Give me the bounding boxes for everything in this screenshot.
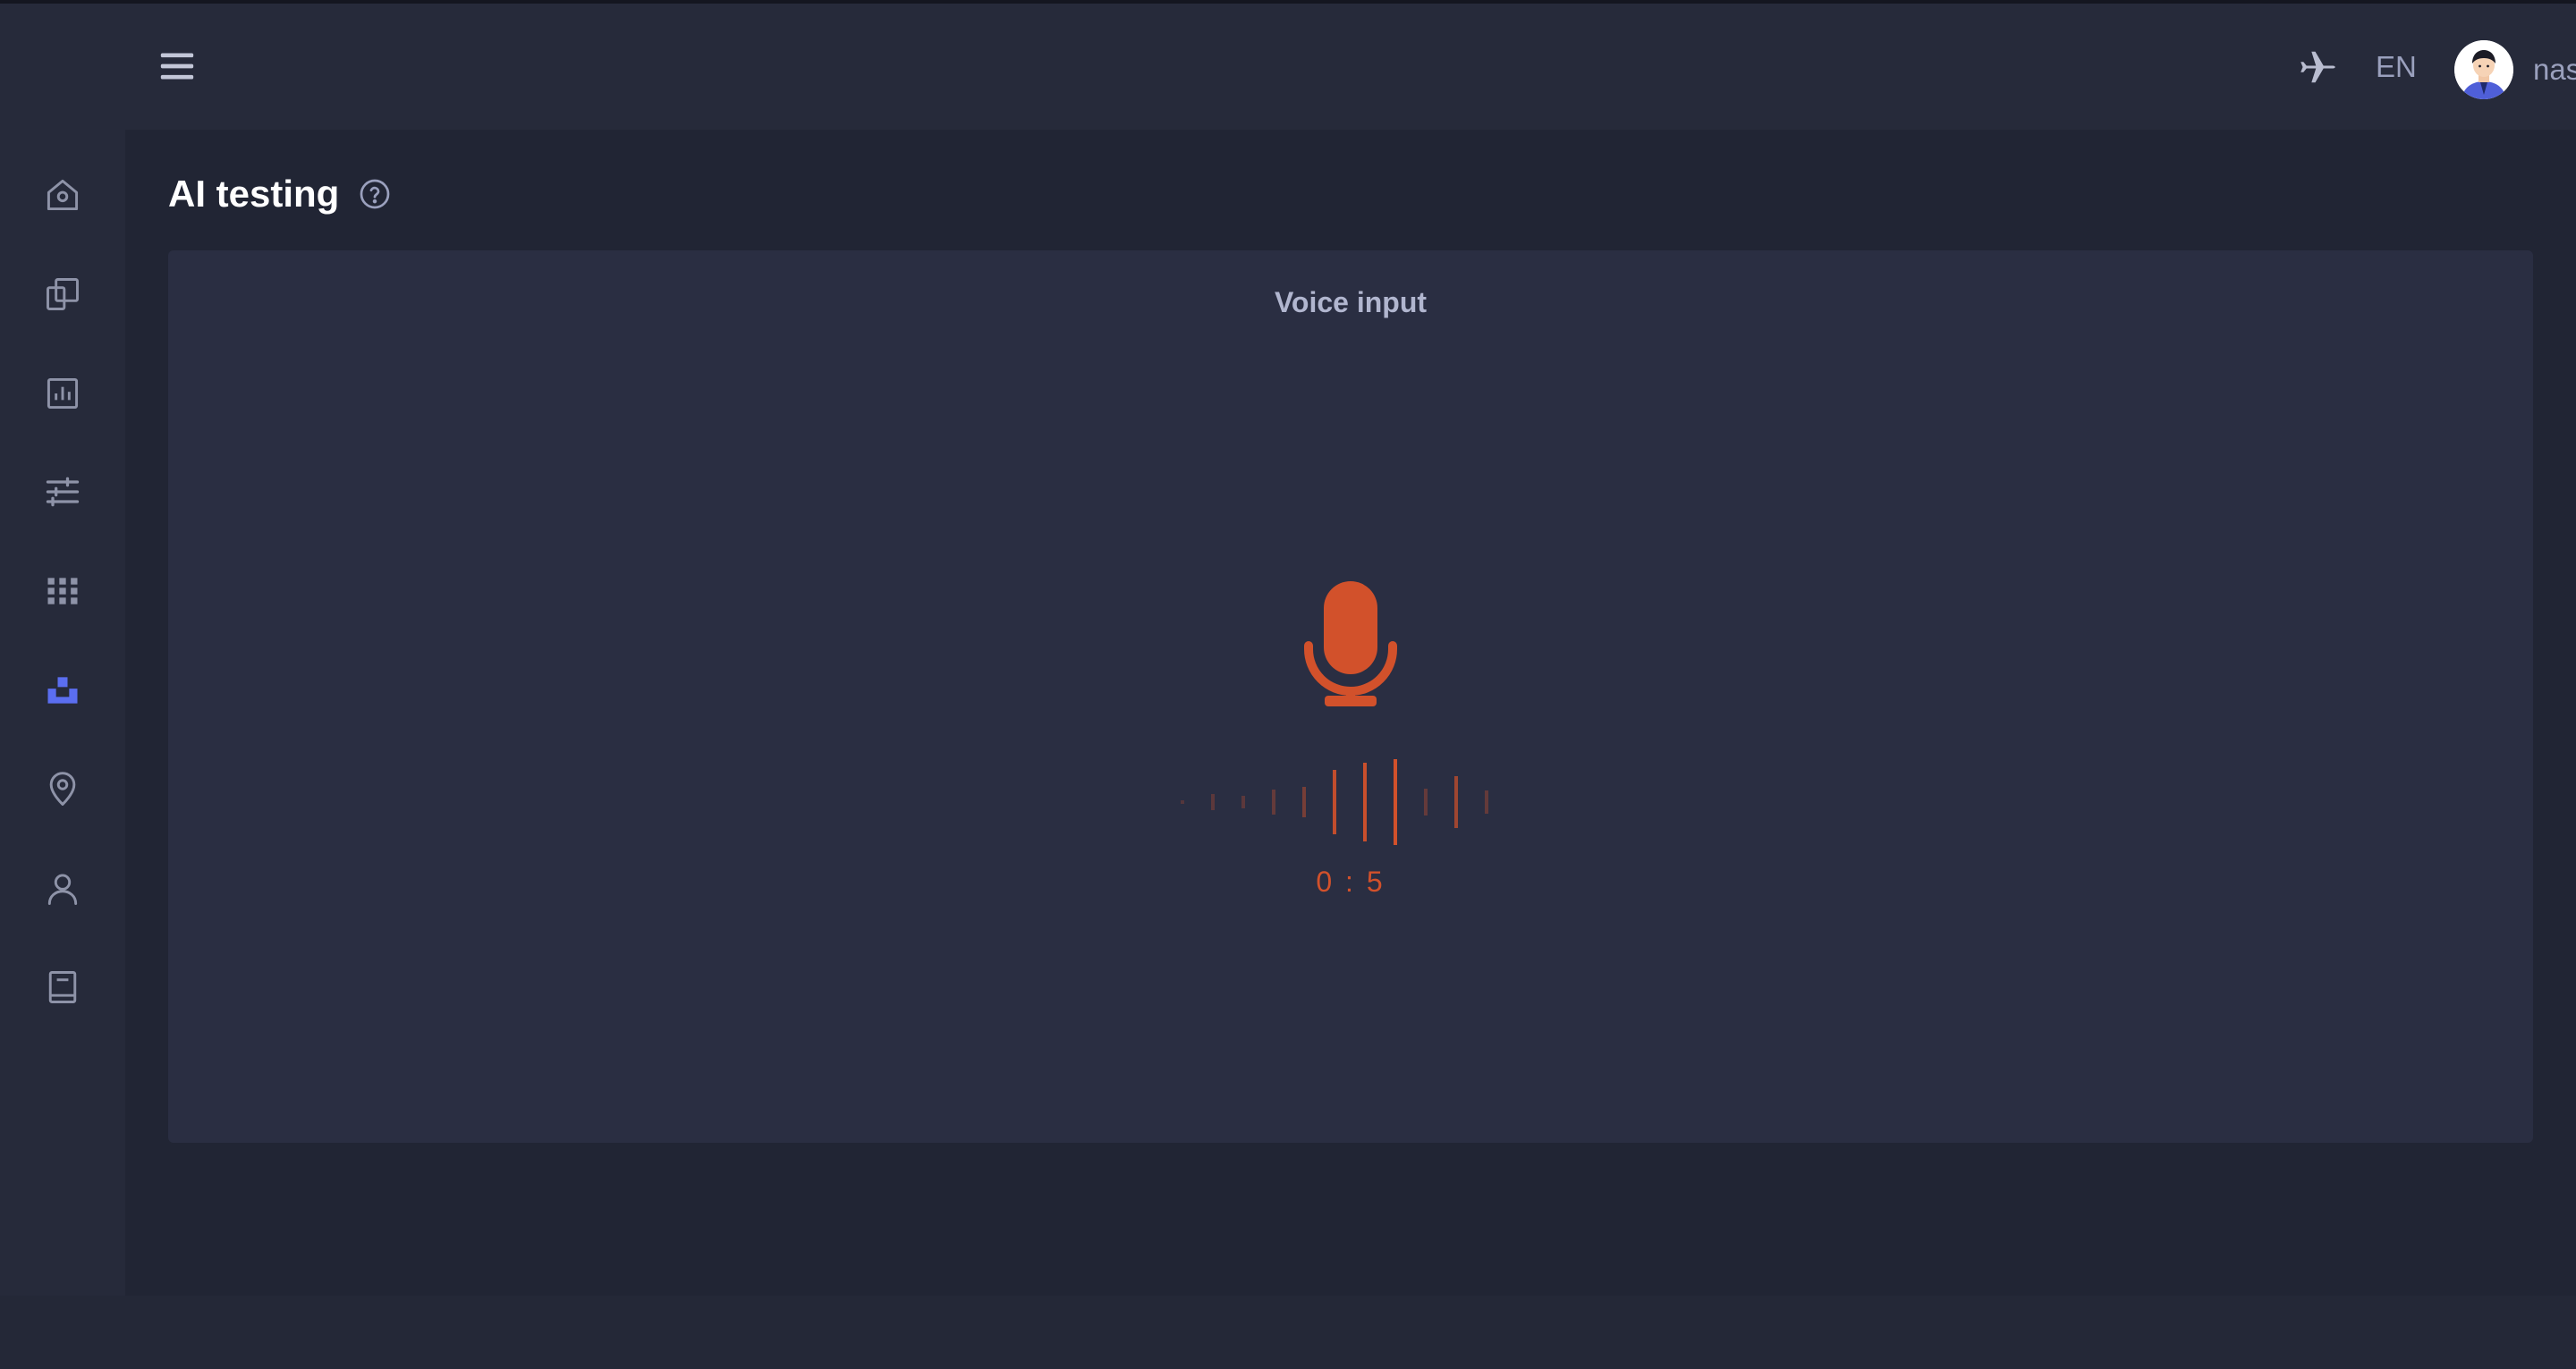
- user-menu[interactable]: nasser: [2454, 38, 2576, 102]
- sidebar-item-users[interactable]: [27, 853, 98, 925]
- chart-icon: [47, 377, 79, 410]
- sidebar-item-locations[interactable]: [27, 754, 98, 825]
- sidebar-item-pages[interactable]: [27, 258, 98, 330]
- menu-icon[interactable]: [157, 48, 197, 84]
- sliders-icon: [46, 477, 80, 507]
- language-selector[interactable]: EN: [2376, 50, 2417, 84]
- book-icon: [48, 971, 77, 1003]
- airplane-icon[interactable]: [2297, 46, 2338, 88]
- inbox-icon: [47, 677, 78, 704]
- sidebar-item-home[interactable]: [27, 159, 98, 231]
- copy-icon: [47, 278, 79, 310]
- help-icon[interactable]: [359, 178, 391, 210]
- title-row: AI testing: [168, 173, 391, 215]
- sidebar-item-apps[interactable]: [27, 555, 98, 627]
- grid-icon: [47, 578, 78, 604]
- sidebar-item-docs[interactable]: [27, 951, 98, 1023]
- sidebar-item-settings[interactable]: [27, 456, 98, 528]
- card-title: Voice input: [1274, 286, 1428, 318]
- main-content: AI testing Voice input 0: 5: [125, 130, 2576, 1296]
- location-pin-icon: [49, 772, 76, 806]
- microphone-icon[interactable]: [1303, 581, 1398, 708]
- sidebar-item-ai-testing[interactable]: [27, 655, 98, 726]
- sidebar: [0, 4, 125, 1296]
- avatar: [2454, 40, 2513, 99]
- home-icon: [47, 179, 79, 211]
- sidebar-item-reports[interactable]: [27, 358, 98, 429]
- voice-input-card: Voice input 0 : 5: [168, 250, 2533, 1143]
- username: nasser: [2533, 53, 2576, 86]
- audio-waveform: [1181, 759, 1488, 845]
- recording-timer: 0 : 5: [1316, 866, 1385, 898]
- page-title: AI testing: [168, 173, 340, 215]
- top-header: EN nasser: [125, 4, 2576, 130]
- user-icon: [47, 874, 78, 905]
